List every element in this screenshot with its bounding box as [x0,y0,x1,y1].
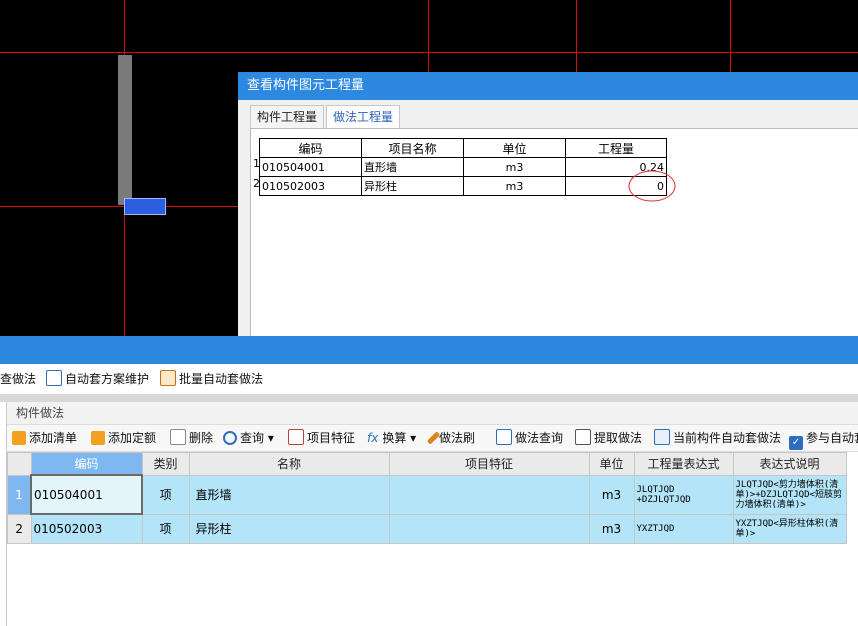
red-circle-annotation [628,170,676,202]
col-header-desc[interactable]: 表达式说明 [732,452,847,476]
col-header-code[interactable]: 编码 [30,452,143,476]
cell-code[interactable]: 010504001 [30,474,143,515]
add-list-button[interactable]: 添加清单 [12,429,77,447]
doc-search-icon [496,429,512,445]
col-header-code: 编码 [259,138,362,158]
cell-name[interactable]: 直形墙 [188,474,390,515]
item-feature-button[interactable]: 项目特征 [288,429,355,447]
row-header-corner [7,452,32,476]
participate-auto-checkbox[interactable]: ✓参与自动套 [789,429,858,450]
cell-desc[interactable]: JLQTJQD<剪力墙体积(清单)>+DZJLQTJQD<短肢剪力墙体积(清单)… [732,474,847,515]
current-auto-button[interactable]: 当前构件自动套做法 [654,429,781,447]
col-header-unit[interactable]: 单位 [588,452,635,476]
batch-auto-button[interactable]: 批量自动套做法 [160,370,263,388]
col-header-type[interactable]: 类别 [141,452,190,476]
cell-name: 异形柱 [361,176,464,196]
row-number[interactable]: 1 [7,474,32,515]
method-brush-button[interactable]: 做法刷 [426,429,475,447]
grid-line [730,0,731,72]
tab-method-quantity[interactable]: 做法工程量 [326,105,401,130]
extract-method-button[interactable]: 提取做法 [575,429,642,447]
method-grid: 编码 类别 名称 项目特征 单位 工程量表达式 表达式说明 1 01050400… [7,452,847,544]
table-row[interactable]: 1 010504001 项 直形墙 m3 JLQTJQD +DZJLQTJQD … [7,474,847,515]
cell-expr[interactable]: YXZTJQD [633,513,734,544]
extract-icon [575,429,591,445]
add-list-icon [12,431,26,445]
quantity-dialog: 查看构件图元工程量 构件工程量 做法工程量 1 2 编码 项目名称 单位 工程量… [238,72,858,337]
quantity-table: 编码 项目名称 单位 工程量 010504001 直形墙 m3 0.24 010… [259,138,667,196]
cell-type[interactable]: 项 [141,474,190,515]
batch-icon [160,370,176,386]
add-quota-icon [91,431,105,445]
method-toolbar: 添加清单 添加定额 删除 查询 ▾ 项目特征 fx 换算 ▾ 做法刷 做法查询 提… [7,425,858,452]
grid-line [428,0,429,72]
tab-component-quantity[interactable]: 构件工程量 [250,105,325,129]
query-method-button[interactable]: 查做法 [0,370,36,388]
col-header-feature[interactable]: 项目特征 [388,452,590,476]
auto-scheme-button[interactable]: 自动套方案维护 [46,370,149,388]
row-number[interactable]: 2 [7,513,32,544]
dialog-title: 查看构件图元工程量 [238,72,858,100]
cell-name: 直形墙 [361,157,464,177]
cell-unit: m3 [463,176,566,196]
dialog-tabbar: 构件工程量 做法工程量 1 2 编码 项目名称 单位 工程量 010504001… [238,100,858,337]
cell-code: 010502003 [259,176,362,196]
column-element[interactable] [124,198,166,215]
cell-code: 010504001 [259,157,362,177]
separator [0,394,858,402]
cell-unit[interactable]: m3 [588,474,635,515]
table-row[interactable]: 2 010502003 项 异形柱 m3 YXZTJQD YXZTJQD<异形柱… [7,513,847,544]
auto-icon [654,429,670,445]
cell-unit[interactable]: m3 [588,513,635,544]
panel-title: 构件做法 [7,402,858,425]
cell-name[interactable]: 异形柱 [188,513,390,544]
query-button[interactable]: 查询 ▾ [223,429,274,447]
convert-button[interactable]: fx 换算 ▾ [367,429,416,447]
col-header-qty: 工程量 [565,138,667,158]
add-quota-button[interactable]: 添加定额 [91,429,156,447]
method-panel: 查做法 自动套方案维护 批量自动套做法 构件做法 添加清单 添加定额 删除 查询… [0,364,858,626]
delete-icon [170,429,186,445]
col-header-name[interactable]: 名称 [188,452,390,476]
cell-unit: m3 [463,157,566,177]
search-icon [223,431,237,445]
cell-expr[interactable]: JLQTJQD +DZJLQTJQD [633,474,734,515]
grid-line [576,0,577,72]
tab-page: 1 2 编码 项目名称 单位 工程量 010504001 直形墙 m3 0.24… [250,128,858,337]
wall-element[interactable] [118,55,132,205]
method-box: 构件做法 添加清单 添加定额 删除 查询 ▾ 项目特征 fx 换算 ▾ 做法刷 做… [6,402,858,626]
cell-feature[interactable] [388,513,590,544]
fx-icon: fx [367,431,379,445]
cell-type[interactable]: 项 [141,513,190,544]
cell-desc[interactable]: YXZTJQD<异形柱体积(清单)> [732,513,847,544]
col-header-unit: 单位 [463,138,566,158]
col-header-expr[interactable]: 工程量表达式 [633,452,734,476]
cell-feature[interactable] [388,474,590,515]
table-row[interactable]: 010502003 异形柱 m3 0 [259,176,667,196]
delete-button[interactable]: 删除 [170,429,213,447]
table-row[interactable]: 010504001 直形墙 m3 0.24 [259,157,667,177]
cell-code[interactable]: 010502003 [30,513,143,544]
col-header-name: 项目名称 [361,138,464,158]
feature-icon [288,429,304,445]
blue-divider-bar [0,336,858,364]
method-query-button[interactable]: 做法查询 [496,429,563,447]
top-toolbar: 查做法 自动套方案维护 批量自动套做法 [0,364,858,394]
checkbox-checked-icon: ✓ [789,436,803,450]
grid-line [0,206,238,207]
gear-doc-icon [46,370,62,386]
grid-line [0,52,858,53]
